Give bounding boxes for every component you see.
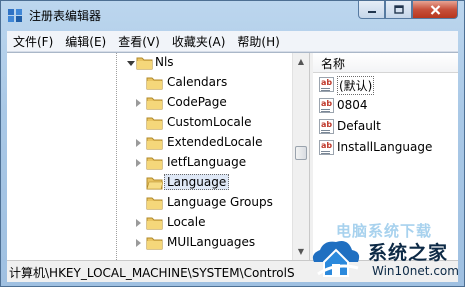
menu-favorites[interactable]: 收藏夹(A) bbox=[166, 33, 232, 50]
watermark: 电脑系统下载 系统之家 Win10net.com bbox=[308, 218, 465, 287]
tree-item-language-groups[interactable]: Language Groups bbox=[7, 193, 292, 213]
value-row-installlanguage[interactable]: ab InstallLanguage bbox=[313, 138, 458, 158]
value-name: Default bbox=[337, 119, 381, 133]
folder-icon bbox=[146, 157, 163, 170]
collapsed-arrow-icon[interactable] bbox=[136, 159, 141, 167]
string-value-icon: ab bbox=[319, 119, 334, 134]
tree-item-ietflanguage[interactable]: IetfLanguage bbox=[7, 153, 292, 173]
value-name: (默认) bbox=[337, 76, 375, 95]
folder-icon bbox=[146, 97, 163, 110]
title-bar[interactable]: 注册表编辑器 bbox=[1, 1, 464, 29]
value-row-default-entry[interactable]: ab Default bbox=[313, 117, 458, 137]
folder-icon bbox=[146, 237, 163, 250]
tree-item-label: CustomLocale bbox=[167, 115, 252, 129]
tree-item-label: Calendars bbox=[167, 75, 228, 89]
maximize-icon bbox=[393, 5, 404, 14]
tree-item-label: Locale bbox=[167, 215, 206, 229]
open-folder-icon bbox=[146, 177, 163, 190]
maximize-button[interactable] bbox=[385, 1, 412, 19]
value-row-0804[interactable]: ab 0804 bbox=[313, 96, 458, 116]
minimize-icon bbox=[367, 10, 376, 13]
tree-item-label: CodePage bbox=[167, 95, 227, 109]
folder-icon bbox=[146, 137, 163, 150]
tree-item-extendedlocale[interactable]: ExtendedLocale bbox=[7, 133, 292, 153]
menu-help[interactable]: 帮助(H) bbox=[231, 33, 285, 50]
menu-file[interactable]: 文件(F) bbox=[7, 33, 59, 50]
column-header-label: 名称 bbox=[321, 57, 346, 71]
registry-editor-app-icon bbox=[8, 9, 22, 22]
collapsed-arrow-icon[interactable] bbox=[136, 139, 141, 147]
tree-item-language[interactable]: Language bbox=[7, 173, 292, 193]
minimize-button[interactable] bbox=[358, 1, 385, 19]
tree-item-label: Language Groups bbox=[167, 195, 273, 209]
watermark-house-logo-icon bbox=[312, 241, 360, 277]
tree-item-locale[interactable]: Locale bbox=[7, 213, 292, 233]
folder-icon bbox=[146, 117, 163, 130]
string-value-icon: ab bbox=[319, 98, 334, 113]
menu-view[interactable]: 查看(V) bbox=[112, 33, 166, 50]
value-name: 0804 bbox=[337, 98, 368, 112]
tree-item-label: IetfLanguage bbox=[167, 155, 247, 169]
watermark-sub-text: Win10net.com bbox=[372, 264, 459, 278]
status-path: 计算机\HKEY_LOCAL_MACHINE\SYSTEM\ControlS bbox=[9, 266, 295, 280]
tree-vertical-scrollbar[interactable]: ▲ ▼ bbox=[292, 53, 309, 260]
tree-item-label-selected: Language bbox=[164, 174, 230, 190]
tree-item-codepage[interactable]: CodePage bbox=[7, 93, 292, 113]
column-header-name[interactable]: 名称 bbox=[313, 53, 458, 73]
expanded-arrow-icon[interactable] bbox=[127, 61, 135, 66]
close-icon bbox=[430, 4, 440, 15]
registry-tree: Nls Calendars CodePage CustomLocale Exte… bbox=[7, 53, 292, 260]
tree-item-label: MUILanguages bbox=[167, 235, 256, 249]
tree-item-customlocale[interactable]: CustomLocale bbox=[7, 113, 292, 133]
tree-item-nls[interactable]: Nls bbox=[7, 53, 292, 73]
folder-icon bbox=[146, 77, 163, 90]
scroll-down-arrow-icon[interactable]: ▼ bbox=[293, 243, 309, 260]
collapsed-arrow-icon[interactable] bbox=[136, 99, 141, 107]
menu-edit[interactable]: 编辑(E) bbox=[59, 33, 112, 50]
scroll-up-arrow-icon[interactable]: ▲ bbox=[293, 53, 309, 70]
tree-item-calendars[interactable]: Calendars bbox=[7, 73, 292, 93]
close-button[interactable] bbox=[412, 1, 458, 19]
tree-item-label: ExtendedLocale bbox=[167, 135, 263, 149]
folder-icon bbox=[146, 217, 163, 230]
collapsed-arrow-icon[interactable] bbox=[136, 239, 141, 247]
watermark-main-text: 系统之家 bbox=[368, 242, 449, 264]
folder-icon bbox=[146, 197, 163, 210]
menu-bar: 文件(F) 编辑(E) 查看(V) 收藏夹(A) 帮助(H) bbox=[7, 31, 458, 52]
string-value-icon: ab bbox=[319, 77, 334, 92]
window-controls bbox=[358, 1, 458, 20]
folder-icon bbox=[136, 57, 153, 70]
tree-item-muilanguages[interactable]: MUILanguages bbox=[7, 233, 292, 253]
string-value-icon: ab bbox=[319, 140, 334, 155]
collapsed-arrow-icon[interactable] bbox=[136, 219, 141, 227]
value-row-default[interactable]: ab (默认) bbox=[313, 75, 458, 95]
scroll-thumb[interactable] bbox=[295, 146, 307, 160]
value-name: InstallLanguage bbox=[337, 140, 433, 154]
window-title: 注册表编辑器 bbox=[29, 9, 102, 23]
tree-item-label: Nls bbox=[155, 55, 174, 69]
